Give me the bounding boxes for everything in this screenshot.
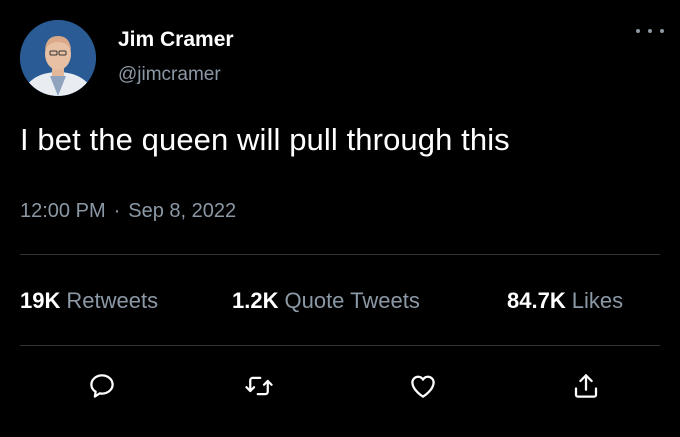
share-button[interactable] <box>566 366 606 406</box>
retweet-button[interactable] <box>239 366 279 406</box>
tweet-date: Sep 8, 2022 <box>128 200 237 222</box>
reply-icon <box>90 374 114 398</box>
quote-tweets-count: 1.2K <box>232 288 279 313</box>
avatar-photo-icon <box>20 20 96 96</box>
quote-tweets-stat[interactable]: 1.2K Quote Tweets <box>232 288 420 314</box>
retweets-count: 19K <box>20 288 61 313</box>
dot <box>660 29 664 33</box>
heart-icon <box>411 375 435 398</box>
share-icon <box>574 374 598 398</box>
retweets-label: Retweets <box>66 288 159 313</box>
dot <box>648 29 652 33</box>
divider <box>20 254 660 255</box>
retweet-icon <box>245 376 273 396</box>
likes-label: Likes <box>571 288 624 313</box>
author-handle[interactable]: @jimcramer <box>118 64 221 86</box>
tweet-text: I bet the queen will pull through this <box>20 122 510 157</box>
like-button[interactable] <box>403 366 443 406</box>
tweet-timestamp[interactable]: 12:00 PM · Sep 8, 2022 <box>20 200 236 223</box>
quote-tweets-label: Quote Tweets <box>284 288 420 313</box>
tweet-time: 12:00 PM <box>20 200 106 222</box>
reply-button[interactable] <box>82 366 122 406</box>
avatar[interactable] <box>20 20 96 96</box>
author-name[interactable]: Jim Cramer <box>118 28 234 52</box>
likes-stat[interactable]: 84.7K Likes <box>507 288 623 314</box>
divider <box>20 345 660 346</box>
likes-count: 84.7K <box>507 288 566 313</box>
dot <box>636 29 640 33</box>
more-options-icon[interactable] <box>636 22 664 40</box>
tweet-card: Jim Cramer @jimcramer I bet the queen wi… <box>0 0 680 437</box>
timestamp-separator: · <box>113 200 121 222</box>
retweets-stat[interactable]: 19K Retweets <box>20 288 158 314</box>
